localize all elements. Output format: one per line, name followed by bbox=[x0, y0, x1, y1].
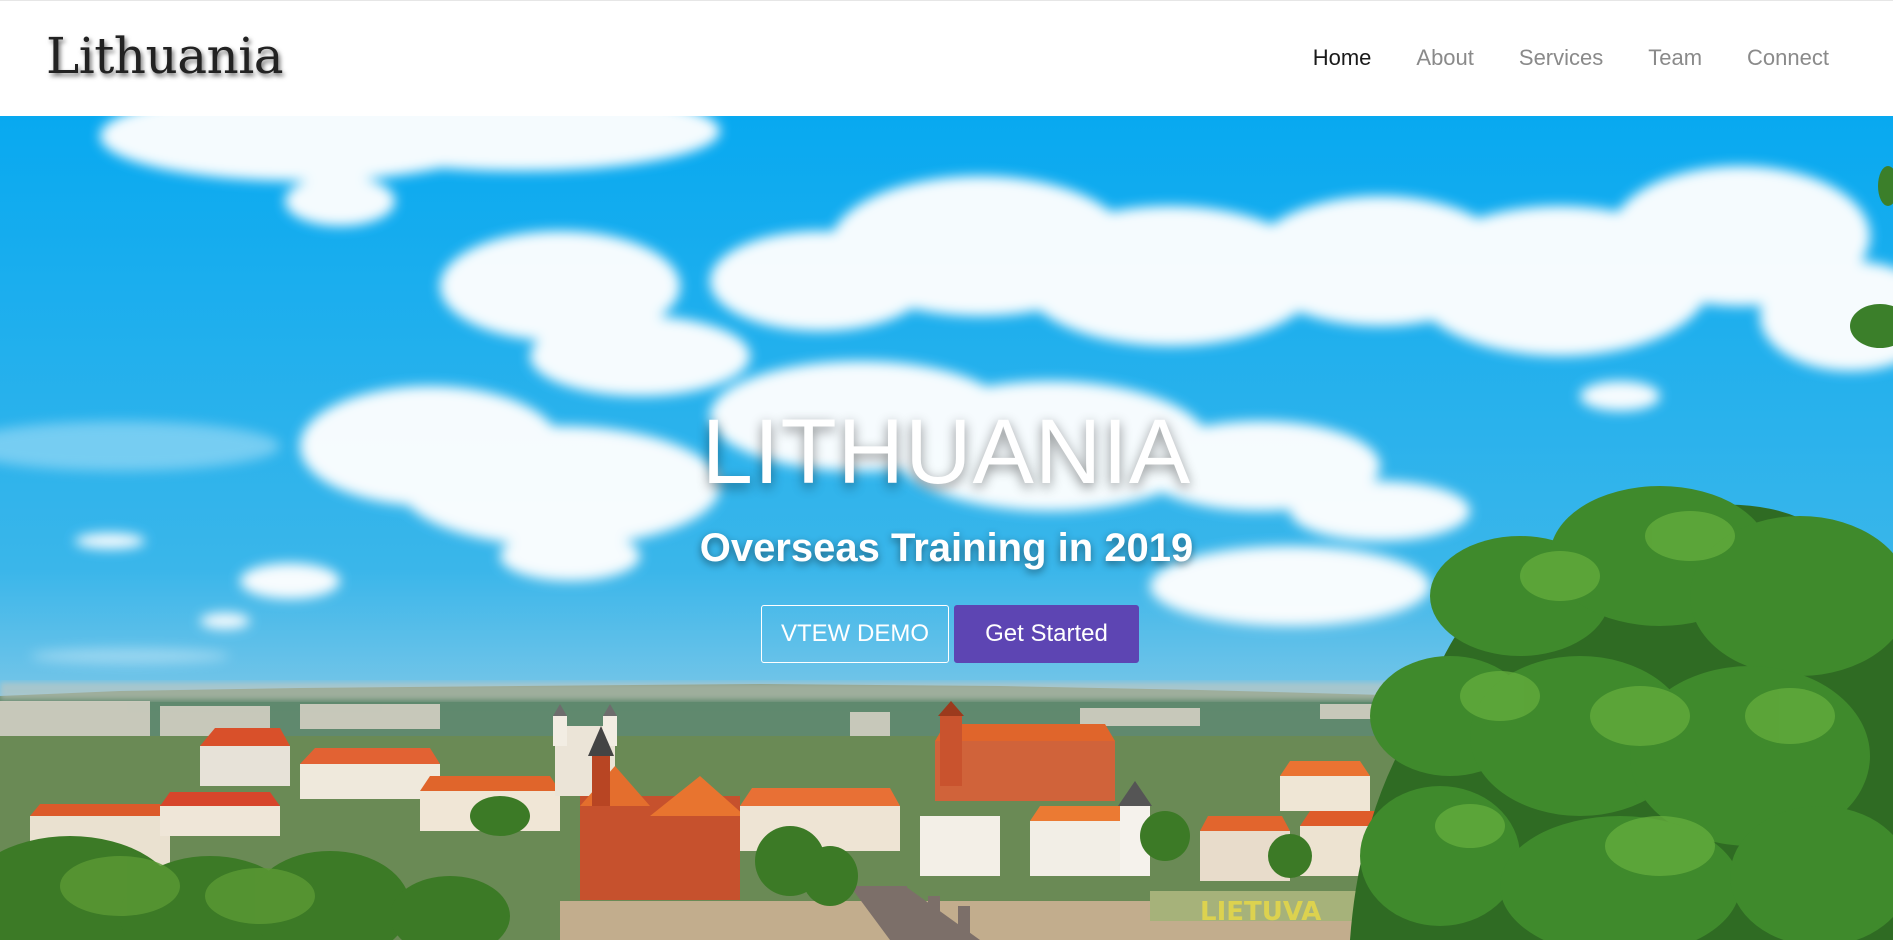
navbar: Lithuania Home About Services Team Conne… bbox=[0, 0, 1893, 116]
hero-section: LIETUVA LITHUANIA Overseas Training in 2… bbox=[0, 116, 1893, 940]
nav-item-connect[interactable]: Connect bbox=[1747, 45, 1829, 71]
get-started-button[interactable]: Get Started bbox=[954, 605, 1139, 663]
brand-logo[interactable]: Lithuania bbox=[46, 27, 284, 85]
nav-item-team[interactable]: Team bbox=[1648, 45, 1702, 71]
nav-item-home[interactable]: Home bbox=[1313, 45, 1372, 71]
hill-sign-text: LIETUVA bbox=[1200, 897, 1321, 927]
main-nav: Home About Services Team Connect bbox=[1268, 45, 1829, 71]
hero-buttons: VTEW DEMO Get Started bbox=[761, 605, 1139, 663]
hero-title: LITHUANIA bbox=[701, 401, 1192, 503]
nav-item-services[interactable]: Services bbox=[1519, 45, 1603, 71]
nav-item-about[interactable]: About bbox=[1416, 45, 1474, 71]
hero-subtitle: Overseas Training in 2019 bbox=[699, 526, 1194, 570]
view-demo-button[interactable]: VTEW DEMO bbox=[761, 605, 949, 663]
